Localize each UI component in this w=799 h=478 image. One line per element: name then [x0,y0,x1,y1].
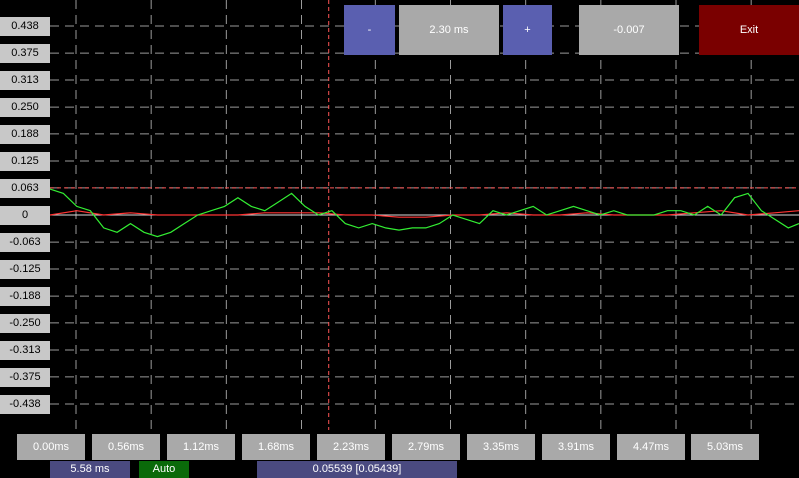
y-tick-label: 0.375 [0,44,50,63]
channel-red-trace [49,210,799,218]
x-tick-label: 5.03ms [691,434,759,460]
exit-button[interactable]: Exit [699,5,799,55]
trigger-mode-indicator[interactable]: Auto [139,461,189,478]
x-tick-label: 0.00ms [17,434,85,460]
y-tick-label: 0.063 [0,179,50,198]
y-tick-label: -0.125 [0,260,50,279]
y-tick-label: 0.438 [0,17,50,36]
time-span-indicator: 5.58 ms [50,461,130,478]
x-tick-label: 0.56ms [92,434,160,460]
y-tick-label: 0.250 [0,98,50,117]
timebase-value-button[interactable]: 2.30 ms [399,5,499,55]
y-tick-label: -0.250 [0,314,50,333]
x-tick-label: 3.91ms [542,434,610,460]
y-tick-label: -0.375 [0,368,50,387]
x-tick-label: 2.23ms [317,434,385,460]
y-tick-label: 0 [0,206,50,225]
oscilloscope-plot [49,0,799,430]
y-tick-label: 0.188 [0,125,50,144]
x-tick-label: 1.68ms [242,434,310,460]
y-tick-label: -0.438 [0,395,50,414]
x-tick-label: 1.12ms [167,434,235,460]
x-tick-label: 2.79ms [392,434,460,460]
timebase-increase-button[interactable]: + [503,5,552,55]
channel-green-trace [49,188,799,238]
trigger-offset-button[interactable]: -0.007 [579,5,679,55]
y-tick-label: -0.063 [0,233,50,252]
y-tick-label: 0.125 [0,152,50,171]
x-tick-label: 3.35ms [467,434,535,460]
cursor-readout: 0.05539 [0.05439] [257,461,457,478]
y-tick-label: -0.313 [0,341,50,360]
y-tick-label: 0.313 [0,71,50,90]
x-tick-label: 4.47ms [617,434,685,460]
timebase-decrease-button[interactable]: - [344,5,395,55]
y-tick-label: -0.188 [0,287,50,306]
